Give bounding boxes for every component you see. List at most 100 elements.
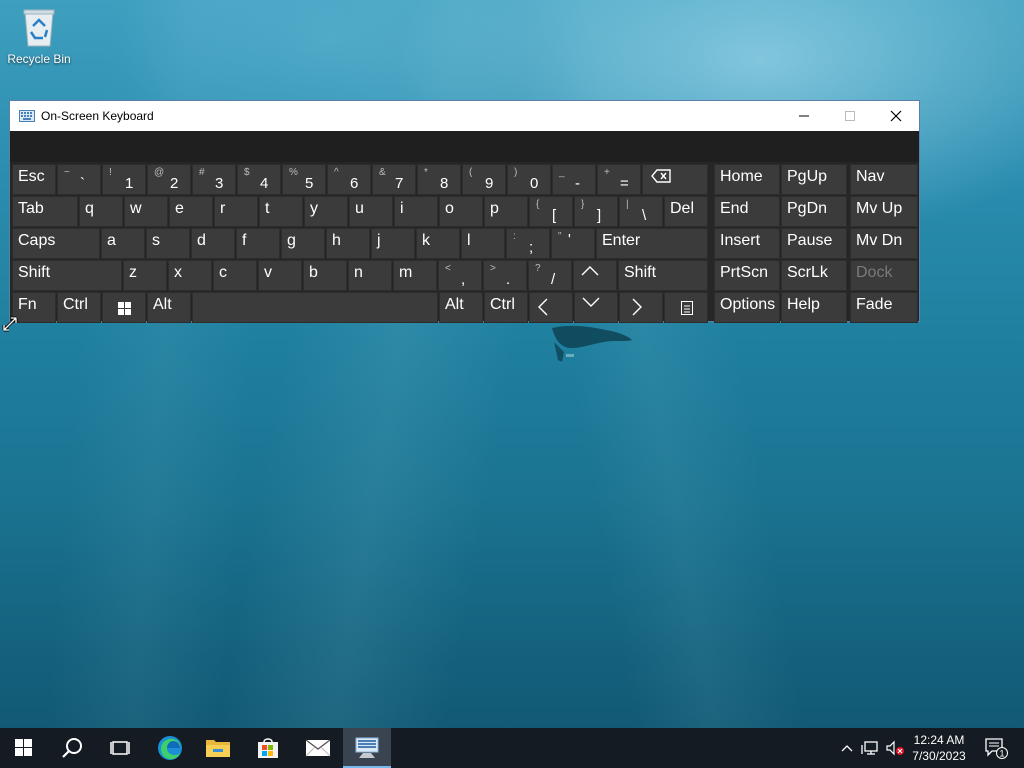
start-button[interactable] bbox=[0, 728, 48, 768]
key-scrlk[interactable]: ScrLk bbox=[781, 260, 847, 291]
key-4[interactable]: $4 bbox=[237, 164, 281, 195]
key-f[interactable]: f bbox=[236, 228, 280, 259]
key-8[interactable]: * 8 bbox=[417, 164, 461, 195]
key-enter[interactable]: Enter bbox=[596, 228, 708, 259]
search-button[interactable] bbox=[48, 728, 96, 768]
key-prtscn[interactable]: PrtScn bbox=[714, 260, 780, 291]
key-right-shift[interactable]: Shift bbox=[618, 260, 708, 291]
key-semicolon[interactable]: :; bbox=[506, 228, 550, 259]
key-left-ctrl[interactable]: Ctrl bbox=[57, 292, 101, 323]
key-down-arrow[interactable] bbox=[574, 292, 618, 323]
key-tilde[interactable]: ~ ` bbox=[57, 164, 101, 195]
key-right-alt[interactable]: Alt bbox=[439, 292, 483, 323]
key-quote[interactable]: " ' bbox=[551, 228, 595, 259]
taskbar-file-explorer[interactable] bbox=[194, 728, 242, 768]
key-left-shift[interactable]: Shift bbox=[12, 260, 122, 291]
key-fn[interactable]: Fn bbox=[12, 292, 56, 323]
key-fade[interactable]: Fade bbox=[850, 292, 918, 323]
key-e[interactable]: e bbox=[169, 196, 213, 227]
key-caps[interactable]: Caps bbox=[12, 228, 100, 259]
taskbar-edge[interactable] bbox=[146, 728, 194, 768]
key-nav[interactable]: Nav bbox=[850, 164, 918, 195]
task-view-button[interactable] bbox=[96, 728, 144, 768]
key-j[interactable]: j bbox=[371, 228, 415, 259]
key-h[interactable]: h bbox=[326, 228, 370, 259]
key-home[interactable]: Home bbox=[714, 164, 780, 195]
key-s[interactable]: s bbox=[146, 228, 190, 259]
key-1[interactable]: ! 1 bbox=[102, 164, 146, 195]
key-pgup[interactable]: PgUp bbox=[781, 164, 847, 195]
maximize-button[interactable] bbox=[827, 101, 873, 131]
key-mv-up[interactable]: Mv Up bbox=[850, 196, 918, 227]
action-center-button[interactable]: 1 bbox=[976, 728, 1016, 768]
key-del[interactable]: Del bbox=[664, 196, 708, 227]
key-backspace[interactable] bbox=[642, 164, 708, 195]
key-n[interactable]: n bbox=[348, 260, 392, 291]
close-button[interactable] bbox=[873, 101, 919, 131]
key-z[interactable]: z bbox=[123, 260, 167, 291]
minimize-button[interactable] bbox=[781, 101, 827, 131]
key-t[interactable]: t bbox=[259, 196, 303, 227]
key-i[interactable]: i bbox=[394, 196, 438, 227]
key-tab[interactable]: Tab bbox=[12, 196, 78, 227]
network-button[interactable] bbox=[858, 728, 882, 768]
show-hidden-icons-button[interactable] bbox=[836, 728, 858, 768]
key-0[interactable]: ) 0 bbox=[507, 164, 551, 195]
key-right-ctrl[interactable]: Ctrl bbox=[484, 292, 528, 323]
key-left-alt[interactable]: Alt bbox=[147, 292, 191, 323]
key-k[interactable]: k bbox=[416, 228, 460, 259]
key-insert[interactable]: Insert bbox=[714, 228, 780, 259]
key-g[interactable]: g bbox=[281, 228, 325, 259]
key-c[interactable]: c bbox=[213, 260, 257, 291]
key-esc[interactable]: Esc bbox=[12, 164, 56, 195]
key-backslash[interactable]: | \ bbox=[619, 196, 663, 227]
key-pause[interactable]: Pause bbox=[781, 228, 847, 259]
key-equals[interactable]: + = bbox=[597, 164, 641, 195]
key-menu[interactable] bbox=[664, 292, 708, 323]
key-left-bracket[interactable]: {[ bbox=[529, 196, 573, 227]
key-a[interactable]: a bbox=[101, 228, 145, 259]
key-options[interactable]: Options bbox=[714, 292, 780, 323]
key-x[interactable]: x bbox=[168, 260, 212, 291]
key-7[interactable]: & 7 bbox=[372, 164, 416, 195]
key-p[interactable]: p bbox=[484, 196, 528, 227]
key-q[interactable]: q bbox=[79, 196, 123, 227]
key-pgdn[interactable]: PgDn bbox=[781, 196, 847, 227]
volume-button[interactable] bbox=[882, 728, 908, 768]
key-o[interactable]: o bbox=[439, 196, 483, 227]
key-minus[interactable]: _ - bbox=[552, 164, 596, 195]
key-left-arrow[interactable] bbox=[529, 292, 573, 323]
key-d[interactable]: d bbox=[191, 228, 235, 259]
key-period[interactable]: >. bbox=[483, 260, 527, 291]
key-slash[interactable]: ? / bbox=[528, 260, 572, 291]
key-right-arrow[interactable] bbox=[619, 292, 663, 323]
taskbar-on-screen-keyboard[interactable] bbox=[343, 728, 391, 768]
key-comma[interactable]: <, bbox=[438, 260, 482, 291]
key-up-arrow[interactable] bbox=[573, 260, 617, 291]
taskbar-store[interactable] bbox=[244, 728, 292, 768]
key-m[interactable]: m bbox=[393, 260, 437, 291]
clock[interactable]: 12:24 AM 7/30/2023 bbox=[910, 728, 968, 768]
key-space[interactable] bbox=[192, 292, 438, 323]
taskbar-mail[interactable] bbox=[294, 728, 342, 768]
recycle-bin[interactable]: Recycle Bin bbox=[4, 6, 74, 66]
title-bar[interactable]: On-Screen Keyboard bbox=[10, 101, 919, 131]
key-u[interactable]: u bbox=[349, 196, 393, 227]
key-w[interactable]: w bbox=[124, 196, 168, 227]
key-6[interactable]: ^ 6 bbox=[327, 164, 371, 195]
key-y[interactable]: y bbox=[304, 196, 348, 227]
key-r[interactable]: r bbox=[214, 196, 258, 227]
key-dock[interactable]: Dock bbox=[850, 260, 918, 291]
key-b[interactable]: b bbox=[303, 260, 347, 291]
key-l[interactable]: l bbox=[461, 228, 505, 259]
key-3[interactable]: #3 bbox=[192, 164, 236, 195]
key-windows[interactable] bbox=[102, 292, 146, 323]
key-right-bracket[interactable]: }] bbox=[574, 196, 618, 227]
key-9[interactable]: (9 bbox=[462, 164, 506, 195]
key-end[interactable]: End bbox=[714, 196, 780, 227]
key-help[interactable]: Help bbox=[781, 292, 847, 323]
key-5[interactable]: % 5 bbox=[282, 164, 326, 195]
key-mv-dn[interactable]: Mv Dn bbox=[850, 228, 918, 259]
key-v[interactable]: v bbox=[258, 260, 302, 291]
key-2[interactable]: @2 bbox=[147, 164, 191, 195]
